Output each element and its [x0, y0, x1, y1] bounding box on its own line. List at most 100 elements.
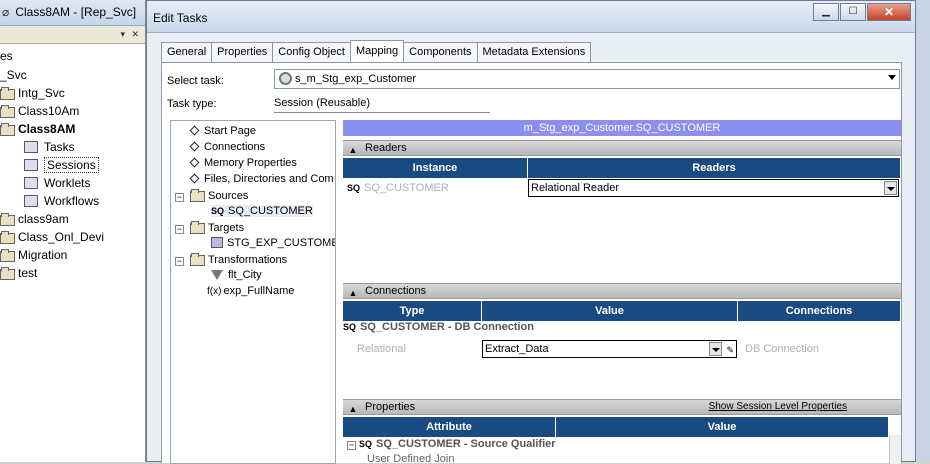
properties-subhead-text: SQ_CUSTOMER - Source Qualifier — [376, 438, 556, 450]
tree-node-label: Tasks — [44, 140, 75, 154]
tree-node-label: Sessions — [44, 157, 99, 173]
folder-icon — [190, 189, 205, 202]
chevron-down-icon — [888, 75, 896, 80]
edit-pencil-icon[interactable]: ✎ — [726, 342, 734, 358]
properties-scrollbar[interactable] — [889, 435, 901, 464]
tree-node[interactable]: Worklets — [24, 176, 90, 190]
tree-node[interactable]: Sessions — [24, 157, 99, 173]
chevron-down-icon[interactable] — [884, 181, 897, 195]
tab-mapping[interactable]: Mapping — [349, 40, 405, 62]
dialog-titlebar: Edit Tasks ▁ ☐ ✕ — [147, 1, 915, 33]
collapse-icon[interactable]: − — [175, 193, 184, 202]
nav-label: Transformations — [208, 254, 288, 266]
reader-select[interactable]: Relational Reader — [528, 179, 899, 197]
nav-start-page[interactable]: Start Page — [189, 125, 256, 137]
connections-section-header[interactable]: ▲ Connections — [343, 283, 901, 299]
connection-value-field[interactable]: Extract_Data ✎ — [482, 340, 737, 358]
tab-properties[interactable]: Properties — [211, 42, 274, 62]
collapse-arrow-icon[interactable]: ▲ — [347, 403, 359, 415]
reader-instance: SQ_CUSTOMER — [364, 182, 449, 194]
tree-node[interactable]: test — [0, 266, 37, 280]
filter-icon — [211, 270, 223, 280]
show-session-level-properties-link[interactable]: Show Session Level Properties — [709, 400, 847, 414]
diamond-icon — [189, 125, 200, 136]
collapse-icon[interactable]: − — [175, 225, 184, 234]
property-attribute: User Defined Join — [367, 453, 455, 464]
close-button[interactable]: ✕ — [867, 3, 911, 21]
tree-node[interactable]: Workflows — [24, 194, 99, 208]
nav-files[interactable]: Files, Directories and Com — [189, 173, 334, 185]
tree-node[interactable]: es — [0, 49, 13, 63]
source-qualifier-icon: SQ — [347, 183, 361, 193]
chevron-down-icon[interactable] — [709, 342, 722, 356]
collapse-arrow-icon[interactable]: ▲ — [347, 287, 359, 299]
maximize-button[interactable]: ☐ — [840, 3, 866, 21]
worklets-folder-icon — [24, 177, 38, 189]
connections-table-header: Type Value Connections — [343, 301, 901, 321]
nav-exp-fullname[interactable]: f(x) exp_FullName — [207, 285, 294, 297]
nav-targets[interactable]: − Targets — [175, 221, 244, 234]
tree-node[interactable]: Intg_Svc — [0, 86, 65, 100]
tree-node[interactable]: Class10Am — [0, 104, 79, 118]
collapse-arrow-icon[interactable]: ▲ — [347, 144, 359, 156]
collapse-icon[interactable]: − — [175, 257, 184, 266]
source-qualifier-icon: SQ — [211, 206, 225, 216]
diamond-icon — [189, 173, 200, 184]
connection-subhead: SQ SQ_CUSTOMER - DB Connection — [343, 321, 534, 333]
connection-name: DB Connection — [745, 343, 819, 355]
readers-title: Readers — [365, 142, 407, 154]
tree-node-label: Class_Onl_Devi — [18, 230, 105, 244]
nav-sources[interactable]: − Sources — [175, 189, 248, 202]
property-row: User Defined Join — [343, 452, 901, 464]
folder-icon — [0, 267, 15, 280]
tree-node-label: Intg_Svc — [18, 86, 65, 100]
tab-metadata-extensions[interactable]: Metadata Extensions — [476, 42, 592, 62]
select-task-label: Select task: — [167, 75, 224, 87]
folder-icon — [0, 231, 15, 244]
nav-transformations[interactable]: − Transformations — [175, 253, 287, 266]
tree-node[interactable]: Tasks — [24, 140, 75, 154]
nav-memory-properties[interactable]: Memory Properties — [189, 157, 297, 169]
folder-icon — [190, 253, 205, 266]
reader-value: Relational Reader — [531, 182, 620, 194]
select-task-dropdown[interactable]: s_m_Stg_exp_Customer — [274, 69, 900, 89]
minimize-button[interactable]: ▁ — [813, 3, 839, 21]
edit-tasks-dialog: Edit Tasks ▁ ☐ ✕ General Properties Conf… — [146, 0, 916, 464]
nav-stg-target[interactable]: STG_EXP_CUSTOMER — [211, 237, 335, 249]
connections-title: Connections — [365, 285, 427, 297]
tab-general[interactable]: General — [161, 42, 213, 62]
nav-connections[interactable]: Connections — [189, 141, 265, 153]
background-window-toolbar: ▾ ✕ — [0, 26, 145, 44]
tree-node-label: Class8AM — [18, 122, 76, 136]
properties-table-header: Attribute Value — [343, 417, 901, 437]
nav-sq-customer[interactable]: SQ SQ_CUSTOMER — [211, 205, 313, 217]
tab-config-object[interactable]: Config Object — [272, 42, 351, 62]
tab-components[interactable]: Components — [403, 42, 478, 62]
properties-section-header[interactable]: ▲ Properties Show Session Level Propertie… — [343, 399, 901, 415]
mapping-instance-header: m_Stg_exp_Customer.SQ_CUSTOMER — [343, 120, 901, 136]
tree-node[interactable]: class9am — [0, 212, 69, 226]
col-connections: Connections — [738, 301, 901, 321]
background-window-title-text: Class8AM - [Rep_Svc] — [15, 5, 137, 19]
tree-node[interactable]: Migration — [0, 248, 67, 262]
tree-node[interactable]: Class_Onl_Devi — [0, 230, 104, 244]
nav-label: Start Page — [204, 125, 256, 137]
diamond-icon — [189, 157, 200, 168]
tree-node-selected-folder[interactable]: Class8AM — [0, 122, 75, 136]
col-value: Value — [482, 301, 738, 321]
collapse-icon[interactable]: − — [347, 441, 356, 450]
folder-icon — [0, 213, 15, 226]
tree-node[interactable]: _Svc — [0, 68, 27, 82]
nav-label: Files, Directories and Com — [204, 173, 334, 185]
dialog-title: Edit Tasks — [153, 11, 208, 25]
task-type-label: Task type: — [167, 98, 217, 110]
app-icon: ⌀ — [2, 5, 10, 19]
nav-flt-city[interactable]: flt_City — [211, 269, 262, 281]
window-controls: ▁ ☐ ✕ — [812, 3, 911, 21]
properties-subhead[interactable]: − SQ SQ_CUSTOMER - Source Qualifier — [347, 438, 556, 450]
target-table-icon — [211, 237, 223, 248]
readers-section-header[interactable]: ▲ Readers — [343, 140, 901, 156]
panel-controls-icon[interactable]: ▾ ✕ — [120, 29, 141, 40]
folder-icon — [0, 105, 15, 118]
connection-row: Relational Extract_Data ✎ DB Connection — [343, 339, 901, 359]
